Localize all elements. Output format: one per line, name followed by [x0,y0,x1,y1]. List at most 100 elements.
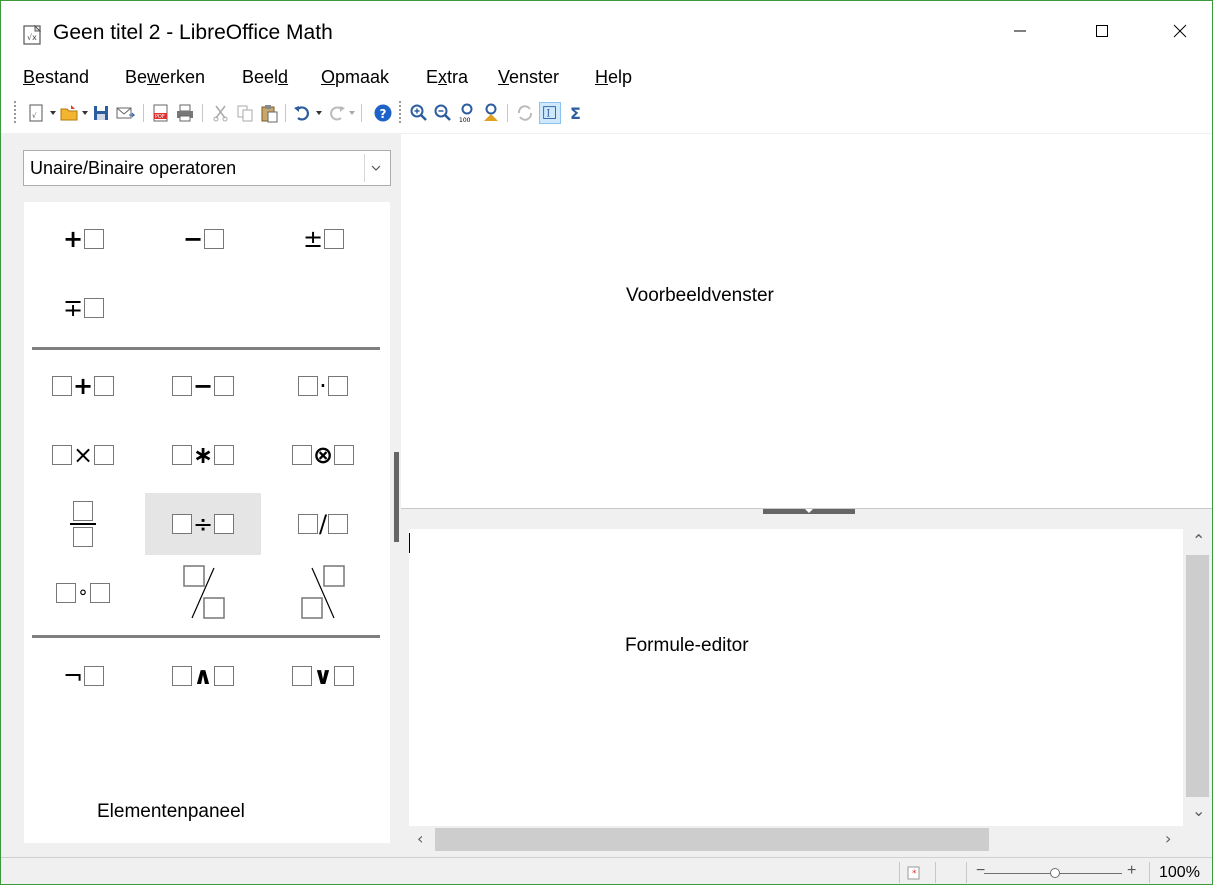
formula-cursor-icon[interactable]: I [539,102,561,124]
copy-icon[interactable] [235,103,255,123]
element-and[interactable]: ∧ [145,645,261,707]
document-modified-icon[interactable]: * [907,866,921,880]
scroll-down-icon[interactable]: ⌄ [1192,801,1205,820]
element-circled-times[interactable]: ⊗ [265,424,381,486]
element-subtraction[interactable]: − [145,355,261,417]
elements-panel-caption: Elementenpaneel [97,801,245,822]
save-icon[interactable] [91,103,111,123]
svg-text:I: I [546,109,550,120]
symbols-icon[interactable]: Σ [567,103,587,123]
statusbar-separator [1149,862,1150,883]
zoom-100-icon[interactable]: 100 [457,103,477,123]
open-dropdown-arrow[interactable] [82,111,88,115]
status-bar: * − + 100% [1,857,1212,884]
menu-bewerken[interactable]: Bewerken [125,67,205,88]
minimize-button[interactable] [997,11,1043,51]
element-fraction[interactable] [25,493,141,555]
vertical-scroll-thumb[interactable] [1186,555,1209,797]
group-separator [32,347,380,350]
help-icon[interactable]: ? [373,103,393,123]
toolbar-grip[interactable] [399,101,402,123]
element-division[interactable]: ÷ [145,493,261,555]
redo-dropdown-arrow[interactable] [349,111,355,115]
splitter-arrow-icon [805,509,813,513]
title-bar: √x Geen titel 2 - LibreOffice Math [1,1,1212,57]
redo-icon[interactable] [327,103,347,123]
element-multiplication-cross[interactable]: × [25,424,141,486]
email-icon[interactable] [115,103,135,123]
libreoffice-math-window: √x Geen titel 2 - LibreOffice Math Besta… [0,0,1213,885]
editor-horizontal-scrollbar[interactable]: ‹ › [409,826,1184,853]
zoom-in-button[interactable]: + [1127,862,1136,880]
zoom-value[interactable]: 100% [1159,864,1200,882]
element-multiplication-asterisk[interactable]: ∗ [145,424,261,486]
minimize-icon [1014,30,1026,32]
preview-caption: Voorbeeldvenster [626,285,774,306]
text-cursor [409,533,410,553]
scroll-up-icon[interactable]: ⌃ [1192,531,1205,550]
menu-help[interactable]: Help [595,67,632,88]
scroll-left-icon[interactable]: ‹ [417,829,423,848]
zoom-out-icon[interactable] [433,103,453,123]
element-category-value: Unaire/Binaire operatoren [30,158,237,178]
element-not[interactable]: ¬ [25,645,141,707]
svg-text:PDF: PDF [155,114,165,120]
zoom-in-icon[interactable] [409,103,429,123]
wide-slash-icon [183,565,225,619]
preview-window[interactable]: Voorbeeldvenster [401,134,1212,508]
update-icon[interactable] [515,103,535,123]
statusbar-separator [966,862,967,883]
zoom-out-button[interactable]: − [976,862,985,880]
toolbar-separator [361,104,362,122]
toolbar-grip[interactable] [14,101,17,123]
cut-icon[interactable] [211,103,231,123]
toolbar-separator [507,104,508,122]
element-wide-backslash[interactable] [265,562,381,624]
element-addition[interactable]: + [25,355,141,417]
svg-text:*: * [912,869,917,879]
svg-text:Σ: Σ [570,104,581,123]
scroll-right-icon[interactable]: › [1165,829,1171,848]
close-icon [1173,24,1187,38]
menu-venster[interactable]: Venster [498,67,559,88]
vertical-splitter-grip[interactable] [394,452,399,542]
zoom-slider-knob[interactable] [1050,868,1060,878]
element-minus-plus[interactable]: ∓ [25,277,141,339]
elements-panel: Unaire/Binaire operatoren + − ± ∓ + − · … [9,134,393,853]
maximize-button[interactable] [1079,11,1125,51]
close-button[interactable] [1157,11,1203,51]
formula-editor[interactable]: Formule-editor [409,529,1183,826]
export-pdf-icon[interactable]: PDF [151,103,171,123]
undo-icon[interactable] [292,103,312,123]
element-or[interactable]: ∨ [265,645,381,707]
element-multiplication-dot[interactable]: · [265,355,381,417]
open-icon[interactable] [59,103,79,123]
svg-text:√x: √x [27,33,37,42]
show-all-icon[interactable] [481,103,501,123]
element-unary-minus[interactable]: − [145,208,261,270]
standard-toolbar: √ PDF ? 100 I Σ [1,95,1212,133]
editor-caption: Formule-editor [625,635,749,656]
horizontal-scroll-thumb[interactable] [435,828,989,851]
menu-bestand[interactable]: Bestand [23,67,89,88]
menu-extra[interactable]: Extra [426,67,468,88]
chevron-down-icon[interactable] [364,154,386,182]
menu-opmaak[interactable]: Opmaak [321,67,389,88]
editor-vertical-scrollbar[interactable]: ⌃ ⌄ [1184,529,1212,826]
paste-icon[interactable] [259,103,279,123]
element-slash[interactable]: / [265,493,381,555]
maximize-icon [1096,25,1108,37]
undo-dropdown-arrow[interactable] [316,111,322,115]
menu-bar: Bestand Bewerken Beeld Opmaak Extra Vens… [1,57,1212,95]
new-dropdown-arrow[interactable] [50,111,56,115]
print-icon[interactable] [175,103,195,123]
element-plus-minus[interactable]: ± [265,208,381,270]
menu-beeld[interactable]: Beeld [242,67,288,88]
math-document-icon: √x [23,24,42,45]
window-title: Geen titel 2 - LibreOffice Math [53,21,333,44]
element-concatenation[interactable]: ∘ [25,562,141,624]
new-icon[interactable]: √ [27,103,47,123]
element-wide-slash[interactable] [145,562,261,624]
element-unary-plus[interactable]: + [25,208,141,270]
element-category-select[interactable]: Unaire/Binaire operatoren [23,150,391,186]
